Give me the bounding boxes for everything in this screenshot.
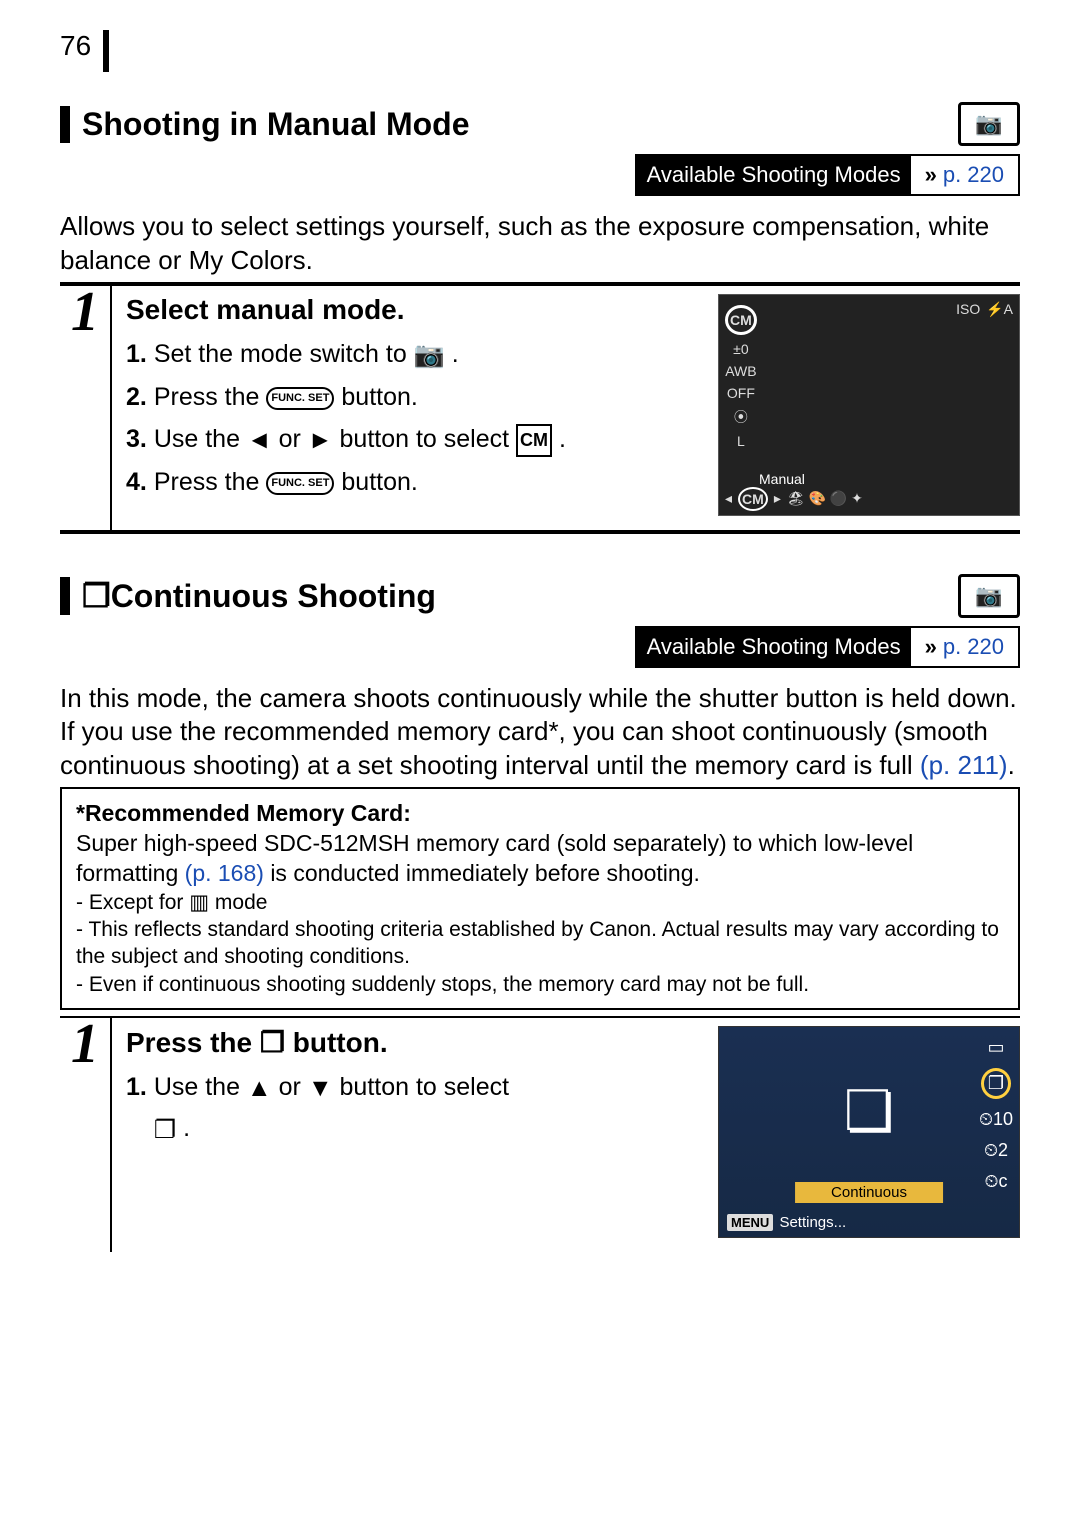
asm-link-2[interactable]: » p. 220 (911, 628, 1018, 666)
lcd1-awb: AWB (725, 363, 756, 379)
sub1b: . (452, 340, 459, 368)
camera-icon: 📷 (975, 113, 1002, 135)
s2s1b: or (279, 1073, 308, 1101)
lcd1-cm2: CM (738, 487, 768, 511)
section2-title-text: Continuous Shooting (111, 578, 436, 614)
lcd1-ev: ±0 (733, 341, 748, 357)
lcd1-iso: ISO (956, 301, 980, 318)
note-bullet-1: - Except for ▥ mode (76, 889, 1004, 916)
double-chevron-icon: » (925, 162, 937, 188)
step1-number-cell: 1 (60, 286, 112, 530)
lcd2-mode-label: Continuous (795, 1182, 943, 1203)
continuous-button-icon: ❐ (260, 1027, 285, 1058)
func-set-icon-2: FUNC. SET (266, 472, 334, 495)
continuous-icon: ❐ (82, 578, 111, 614)
lcd1-flash: ⚡A (986, 301, 1013, 318)
s2-substep-1: 1. Use the ▲ or ▼ button to select ❐ . (126, 1067, 706, 1150)
p211-link[interactable]: (p. 211) (920, 750, 1008, 780)
left-arrow-icon: ◄ (247, 420, 272, 460)
substep-1: 1. Set the mode switch to 📷 . (126, 334, 706, 375)
lcd-screenshot-1: CM ±0 AWB OFF ⦿ L ISO ⚡A Manual ◂ CM ▸ 🏖… (718, 294, 1020, 516)
lcd2-timer2-icon: ⏲2 (984, 1140, 1008, 1161)
asm-link-1[interactable]: » p. 220 (911, 156, 1018, 194)
p168-link[interactable]: (p. 168) (185, 860, 264, 886)
section2-intro: In this mode, the camera shoots continuo… (60, 682, 1020, 783)
s2s1c: button to select (340, 1073, 510, 1101)
sub4b: button. (341, 468, 417, 496)
s2-intro-b: . (1008, 750, 1015, 780)
lcd-screenshot-2: ❏ ▭ ❐ ⏲10 ⏲2 ⏲c Continuous MENU Settings… (718, 1026, 1020, 1238)
lcd1-L: L (737, 433, 745, 449)
down-arrow-icon: ▼ (308, 1068, 333, 1108)
step1-number: 1 (71, 280, 99, 344)
continuous-select-icon: ❐ (154, 1110, 176, 1150)
lcd2-menu-text: Settings... (779, 1214, 846, 1231)
b1b: mode (215, 891, 268, 914)
s2-step1-number-cell: 1 (60, 1018, 112, 1252)
page-number: 76 (60, 30, 109, 72)
asm-page-1: p. 220 (943, 162, 1004, 188)
sub4a: Press the (154, 468, 267, 496)
s2-t-a: Press the (126, 1027, 260, 1058)
sub3d: . (559, 425, 566, 453)
lcd1-mode-icons: 🏖 🎨 ⚫ ✦ (787, 490, 863, 507)
asm-label-1: Available Shooting Modes (637, 156, 911, 194)
asm-page-2: p. 220 (943, 634, 1004, 660)
substep-2: 2. Press the FUNC. SET button. (126, 377, 706, 417)
note-bullet-2: - This reflects standard shooting criter… (76, 916, 1004, 971)
sub3c: button to select (340, 425, 517, 453)
lcd1-arrow-left: ◂ (725, 490, 732, 507)
lcd1-off: OFF (727, 385, 755, 401)
s2-t-b: button. (293, 1027, 388, 1058)
lcd1-arrow-right: ▸ (774, 490, 781, 507)
double-chevron-icon-2: » (925, 634, 937, 660)
sub3b: or (279, 425, 308, 453)
step1-title: Select manual mode. (126, 294, 706, 326)
lcd2-continuous-selected-icon: ❐ (981, 1068, 1011, 1099)
note-bullet-3: - Even if continuous shooting suddenly s… (76, 971, 1004, 998)
camera-icon-2: 📷 (975, 585, 1002, 607)
cm-mode-icon: CM (516, 424, 552, 457)
camera-icon-inline: 📷 (414, 335, 445, 375)
lcd1-metering: ⦿ (734, 407, 748, 427)
sub2b: button. (341, 383, 417, 411)
stitch-mode-icon: ▥ (189, 891, 209, 914)
lcd2-menu-row: MENU Settings... (727, 1214, 846, 1231)
sub2a: Press the (154, 383, 267, 411)
camera-mode-box: 📷 (958, 102, 1020, 146)
sub3a: Use the (154, 425, 247, 453)
lcd2-timer10-icon: ⏲10 (979, 1109, 1013, 1130)
up-arrow-icon: ▲ (247, 1068, 272, 1108)
section2-title: ❐Continuous Shooting (60, 577, 436, 615)
lcd1-cm: CM (725, 305, 757, 335)
s2s1d: . (183, 1114, 190, 1142)
lcd2-single-icon: ▭ (987, 1037, 1004, 1058)
section1-title: Shooting in Manual Mode (60, 106, 470, 143)
substep-4: 4. Press the FUNC. SET button. (126, 462, 706, 502)
lcd2-center-continuous-icon: ❏ (844, 1078, 894, 1144)
b1a: - Except for (76, 891, 189, 914)
s2-intro-a: In this mode, the camera shoots continuo… (60, 683, 1017, 781)
note-title: *Recommended Memory Card: (76, 800, 411, 826)
section1-intro: Allows you to select settings yourself, … (60, 210, 1020, 278)
s2s1a: Use the (154, 1073, 247, 1101)
camera-mode-box-2: 📷 (958, 574, 1020, 618)
substep-3: 3. Use the ◄ or ► button to select CM . (126, 419, 706, 460)
lcd2-menu-badge: MENU (727, 1214, 773, 1231)
asm-box-1: Available Shooting Modes » p. 220 (635, 154, 1020, 196)
func-set-icon: FUNC. SET (266, 387, 334, 410)
asm-box-2: Available Shooting Modes » p. 220 (635, 626, 1020, 668)
s2-step1-title: Press the ❐ button. (126, 1026, 706, 1059)
s2-step1-number: 1 (71, 1012, 99, 1076)
note-body-b: is conducted immediately before shooting… (270, 860, 700, 886)
lcd2-timerc-icon: ⏲c (984, 1171, 1007, 1192)
memory-card-note: *Recommended Memory Card: Super high-spe… (60, 787, 1020, 1010)
lcd1-manual-label: Manual (759, 471, 805, 487)
asm-label-2: Available Shooting Modes (637, 628, 911, 666)
sub1a: Set the mode switch to (154, 340, 414, 368)
right-arrow-icon: ► (308, 420, 333, 460)
